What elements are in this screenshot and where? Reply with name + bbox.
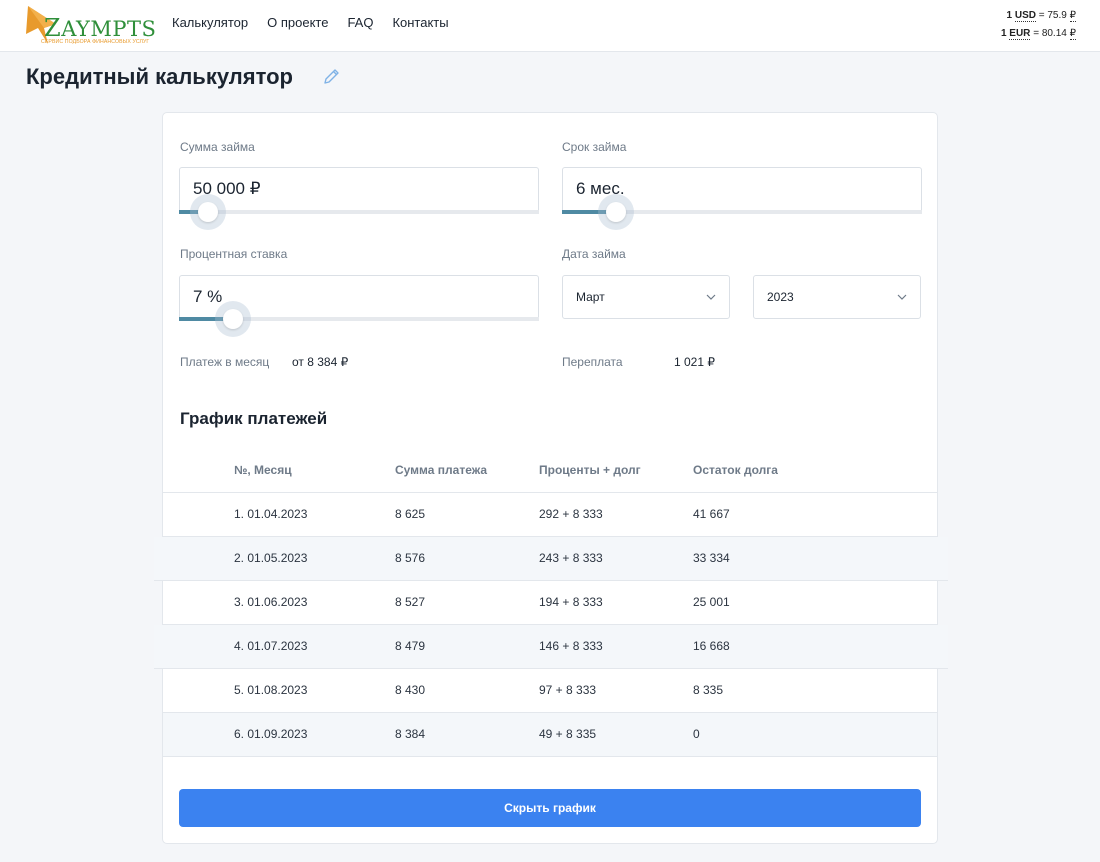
cell-balance: 33 334 (693, 551, 730, 565)
cell-payment: 8 479 (395, 639, 426, 653)
main-nav: Калькулятор О проекте FAQ Контакты (172, 15, 468, 30)
hide-schedule-button[interactable]: Скрыть график (179, 789, 921, 827)
table-row: 3. 01.06.2023 8 527 194 + 8 333 25 001 (163, 581, 937, 625)
cell-interest: 243 + 8 333 (539, 551, 603, 565)
page-title: Кредитный калькулятор (26, 64, 293, 89)
nav-calculator[interactable]: Калькулятор (172, 15, 248, 30)
column-header-month: №, Месяц (234, 463, 292, 477)
cell-payment: 8 576 (395, 551, 426, 565)
schedule-title: График платежей (180, 409, 328, 428)
rate-eur-rub: ₽ (1069, 28, 1076, 40)
cell-payment: 8 430 (395, 683, 426, 697)
rate-usd-value: 75.9 (1047, 10, 1067, 21)
rate-eur: 1 EUR = 80.14 ₽ (1001, 25, 1076, 43)
rate-slider-thumb[interactable] (215, 301, 251, 337)
cell-payment: 8 527 (395, 595, 426, 609)
column-header-balance: Остаток долга (693, 463, 778, 477)
nav-about[interactable]: О проекте (267, 15, 328, 30)
cell-month: 4. 01.07.2023 (234, 639, 308, 653)
term-slider-thumb[interactable] (598, 194, 634, 230)
term-label: Срок займа (562, 140, 627, 154)
term-slider[interactable] (562, 194, 922, 230)
cell-payment: 8 384 (395, 727, 426, 741)
cell-month: 5. 01.08.2023 (234, 683, 308, 697)
rate-usd-eq: = (1038, 10, 1045, 21)
monthly-payment-value: от 8 384 ₽ (292, 355, 349, 369)
rate-usd-prefix: 1 (1006, 10, 1013, 21)
logo-subtitle: СЕРВИС ПОДБОРА ФИНАНСОВЫХ УСЛУГ (41, 39, 150, 45)
rate-usd: 1 USD = 75.9 ₽ (1001, 7, 1076, 25)
amount-slider[interactable] (179, 194, 539, 230)
rate-slider[interactable] (179, 301, 539, 337)
overpayment-value: 1 021 ₽ (674, 355, 715, 369)
month-select-value: Март (576, 290, 605, 304)
cell-interest: 49 + 8 335 (539, 727, 597, 741)
pencil-icon[interactable] (322, 66, 342, 86)
cell-month: 2. 01.05.2023 (234, 551, 308, 565)
cell-balance: 0 (693, 727, 700, 741)
cell-interest: 194 + 8 333 (539, 595, 603, 609)
column-header-interest: Проценты + долг (539, 463, 641, 477)
logo[interactable]: ZAYMPTS СЕРВИС ПОДБОРА ФИНАНСОВЫХ УСЛУГ (26, 4, 156, 48)
cell-interest: 97 + 8 333 (539, 683, 597, 697)
amount-slider-thumb[interactable] (189, 194, 226, 230)
cell-balance: 16 668 (693, 639, 730, 653)
table-row: 4. 01.07.2023 8 479 146 + 8 333 16 668 (154, 625, 948, 669)
table-row: 2. 01.05.2023 8 576 243 + 8 333 33 334 (154, 537, 948, 581)
year-select-value: 2023 (767, 290, 794, 304)
year-select[interactable]: 2023 (753, 275, 921, 319)
amount-label: Сумма займа (180, 140, 255, 154)
monthly-payment-label: Платеж в месяц (180, 355, 270, 369)
table-row: 1. 01.04.2023 8 625 292 + 8 333 41 667 (163, 493, 937, 537)
amount-input[interactable]: 50 000 ₽ (179, 167, 539, 213)
cell-month: 1. 01.04.2023 (234, 507, 308, 521)
rate-usd-currency[interactable]: USD (1014, 10, 1036, 22)
overpayment-label: Переплата (562, 355, 623, 369)
cell-balance: 41 667 (693, 507, 730, 521)
chevron-down-icon (706, 294, 716, 300)
rate-eur-value: 80.14 (1041, 28, 1067, 39)
cell-interest: 292 + 8 333 (539, 507, 603, 521)
rate-eur-prefix: 1 (1000, 28, 1007, 39)
logo-text: ZAYMPTS (44, 14, 157, 42)
table-row: 5. 01.08.2023 8 430 97 + 8 333 8 335 (163, 669, 937, 713)
cell-balance: 25 001 (693, 595, 730, 609)
table-row: 6. 01.09.2023 8 384 49 + 8 335 0 (163, 713, 937, 757)
calculator-card: Сумма займа 50 000 ₽ Срок займа 6 мес. П… (154, 112, 948, 844)
rate-eur-eq: = (1033, 28, 1040, 39)
cell-balance: 8 335 (693, 683, 724, 697)
column-header-payment: Сумма платежа (395, 463, 488, 477)
chevron-down-icon (897, 294, 907, 300)
rate-label: Процентная ставка (180, 247, 288, 261)
cell-month: 6. 01.09.2023 (234, 727, 308, 741)
date-label: Дата займа (562, 247, 626, 261)
cell-month: 3. 01.06.2023 (234, 595, 308, 609)
cell-payment: 8 625 (395, 507, 426, 521)
cell-interest: 146 + 8 333 (539, 639, 603, 653)
month-select[interactable]: Март (562, 275, 730, 319)
rate-usd-rub: ₽ (1069, 10, 1076, 22)
currency-rates: 1 USD = 75.9 ₽ 1 EUR = 80.14 ₽ (1001, 7, 1076, 43)
schedule-table-header: №, Месяц Сумма платежа Проценты + долг О… (163, 451, 937, 493)
site-header: ZAYMPTS СЕРВИС ПОДБОРА ФИНАНСОВЫХ УСЛУГ … (0, 0, 1100, 52)
nav-contacts[interactable]: Контакты (392, 15, 448, 30)
nav-faq[interactable]: FAQ (347, 15, 373, 30)
rate-eur-currency[interactable]: EUR (1009, 28, 1031, 40)
